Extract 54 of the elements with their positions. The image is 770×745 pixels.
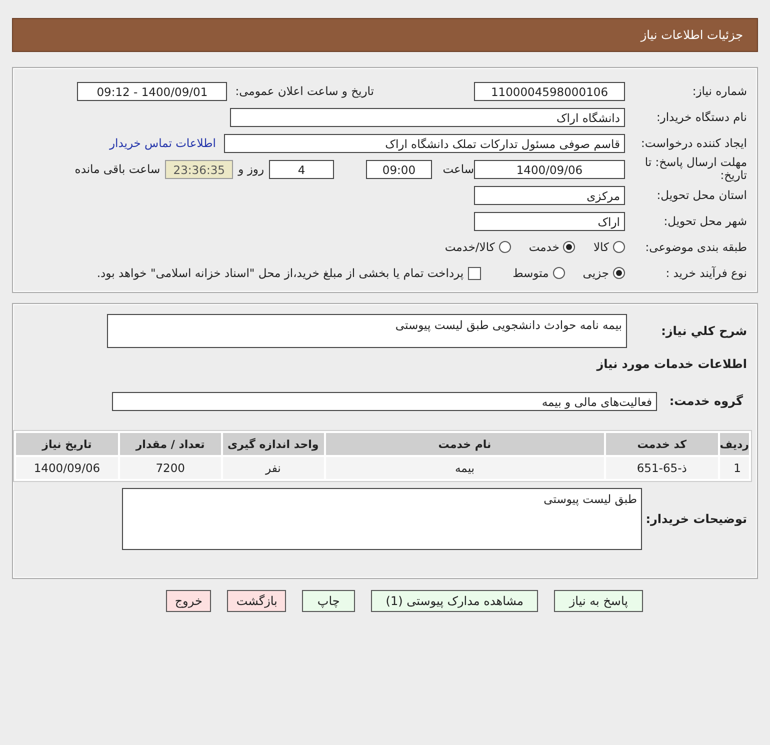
action-button[interactable]: پاسخ به نیاز — [554, 590, 643, 612]
table-cell: بیمه — [326, 457, 604, 479]
announce-date-field: 1400/09/01 - 09:12 — [77, 82, 228, 100]
field-label: تاریخ و ساعت اعلان عمومی: — [234, 84, 374, 98]
field-label: شرح كلي نیاز: — [660, 324, 748, 338]
field-label: ساعت باقی مانده — [74, 162, 162, 176]
action-button[interactable]: بازگشت — [227, 590, 286, 612]
table-cell: نفر — [222, 457, 324, 479]
deadline-date-field: 1400/09/06 — [474, 160, 625, 178]
column-header: واحد اندازه گیری — [222, 433, 324, 455]
process-radio[interactable]: جزیی — [582, 266, 625, 280]
field-label: روز و — [236, 162, 265, 176]
column-header: ردیف — [720, 433, 749, 455]
remaining-time-field: 23:36:35 — [165, 160, 234, 178]
category-radio[interactable]: کالا — [593, 240, 625, 254]
days-field: 4 — [269, 160, 334, 178]
buyer-field: دانشگاه اراک — [230, 108, 625, 126]
field-label: طبقه بندی موضوعی: — [644, 240, 748, 254]
action-button[interactable]: مشاهده مدارک پیوستی (1) — [370, 590, 538, 612]
table-cell: 1 — [720, 457, 749, 479]
table-cell: ذ-65-651 — [606, 457, 718, 479]
field-label: مهلت ارسال پاسخ: تا تاریخ: — [644, 156, 748, 182]
field-label: شماره نیاز: — [691, 84, 748, 98]
field-label: نوع فرآیند خرید : — [664, 266, 748, 280]
deadline-time-field: 09:00 — [366, 160, 432, 178]
table-cell: 1400/09/06 — [16, 457, 118, 479]
action-button[interactable]: خروج — [166, 590, 212, 612]
need-number-field: 1100004598000106 — [474, 82, 625, 100]
table-cell: 7200 — [120, 457, 221, 479]
city-field: اراک — [474, 212, 625, 230]
column-header: نام خدمت — [326, 433, 604, 455]
province-field: مرکزی — [474, 186, 625, 204]
contact-link[interactable]: اطلاعات تماس خریدار — [109, 136, 216, 150]
category-radio[interactable]: خدمت — [528, 240, 576, 254]
column-header: تعداد / مقدار — [120, 433, 221, 455]
field-label: شهر محل تحویل: — [662, 214, 748, 228]
column-header: تاریخ نیاز — [16, 433, 118, 455]
field-label: نام دستگاه خریدار: — [655, 110, 748, 124]
column-header: کد خدمت — [606, 433, 718, 455]
notes-field: طبق لیست پیوستی — [122, 488, 642, 550]
field-label: توضیحات خریدار: — [644, 512, 748, 526]
field-label: ایجاد کننده درخواست: — [640, 136, 748, 150]
page-title: جزئیات اطلاعات نیاز — [640, 28, 743, 42]
action-button[interactable]: چاپ — [302, 590, 355, 612]
field-label: ساعت — [442, 162, 474, 176]
field-label: استان محل تحویل: — [656, 188, 748, 202]
description-field: بیمه نامه حوادث دانشجویی طبق لیست پیوستی — [107, 314, 627, 348]
category-radio[interactable]: کالا/خدمت — [444, 240, 511, 254]
payment-checkbox[interactable]: پرداخت تمام یا بخشی از مبلغ خرید،از محل "اسناد خزانه اسلامی" خواهد بود. — [96, 266, 481, 280]
creator-field: قاسم صوفی مسئول تدارکات تملک دانشگاه اراک — [224, 134, 625, 152]
section-heading: اطلاعات خدمات مورد نیاز — [595, 357, 748, 371]
field-label: گروه خدمت: — [668, 394, 744, 408]
process-radio[interactable]: متوسط — [512, 266, 565, 280]
service-group-field: فعالیت‌های مالی و بیمه — [112, 392, 657, 410]
